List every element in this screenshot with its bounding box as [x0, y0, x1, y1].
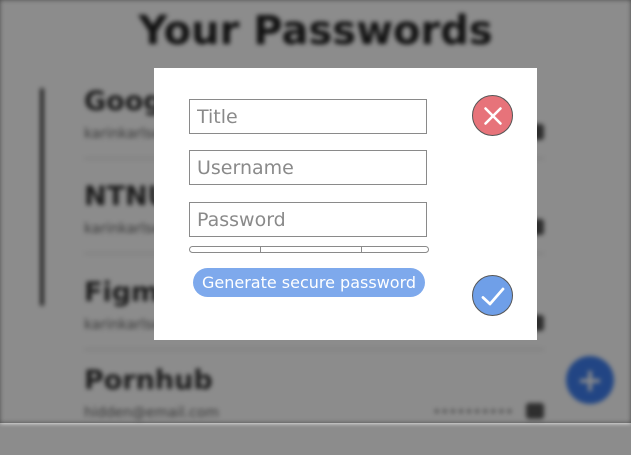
strength-segment — [261, 247, 362, 252]
username-input[interactable] — [189, 150, 427, 185]
close-button[interactable] — [472, 95, 513, 136]
add-password-dialog: Generate secure password — [154, 68, 537, 340]
generate-password-button[interactable]: Generate secure password — [193, 268, 425, 297]
title-input[interactable] — [189, 99, 427, 134]
strength-segment — [190, 247, 261, 252]
password-input[interactable] — [189, 202, 427, 237]
checkmark-icon — [481, 287, 505, 306]
save-button[interactable] — [472, 275, 513, 316]
password-strength-meter — [189, 246, 429, 253]
close-icon — [484, 107, 502, 125]
